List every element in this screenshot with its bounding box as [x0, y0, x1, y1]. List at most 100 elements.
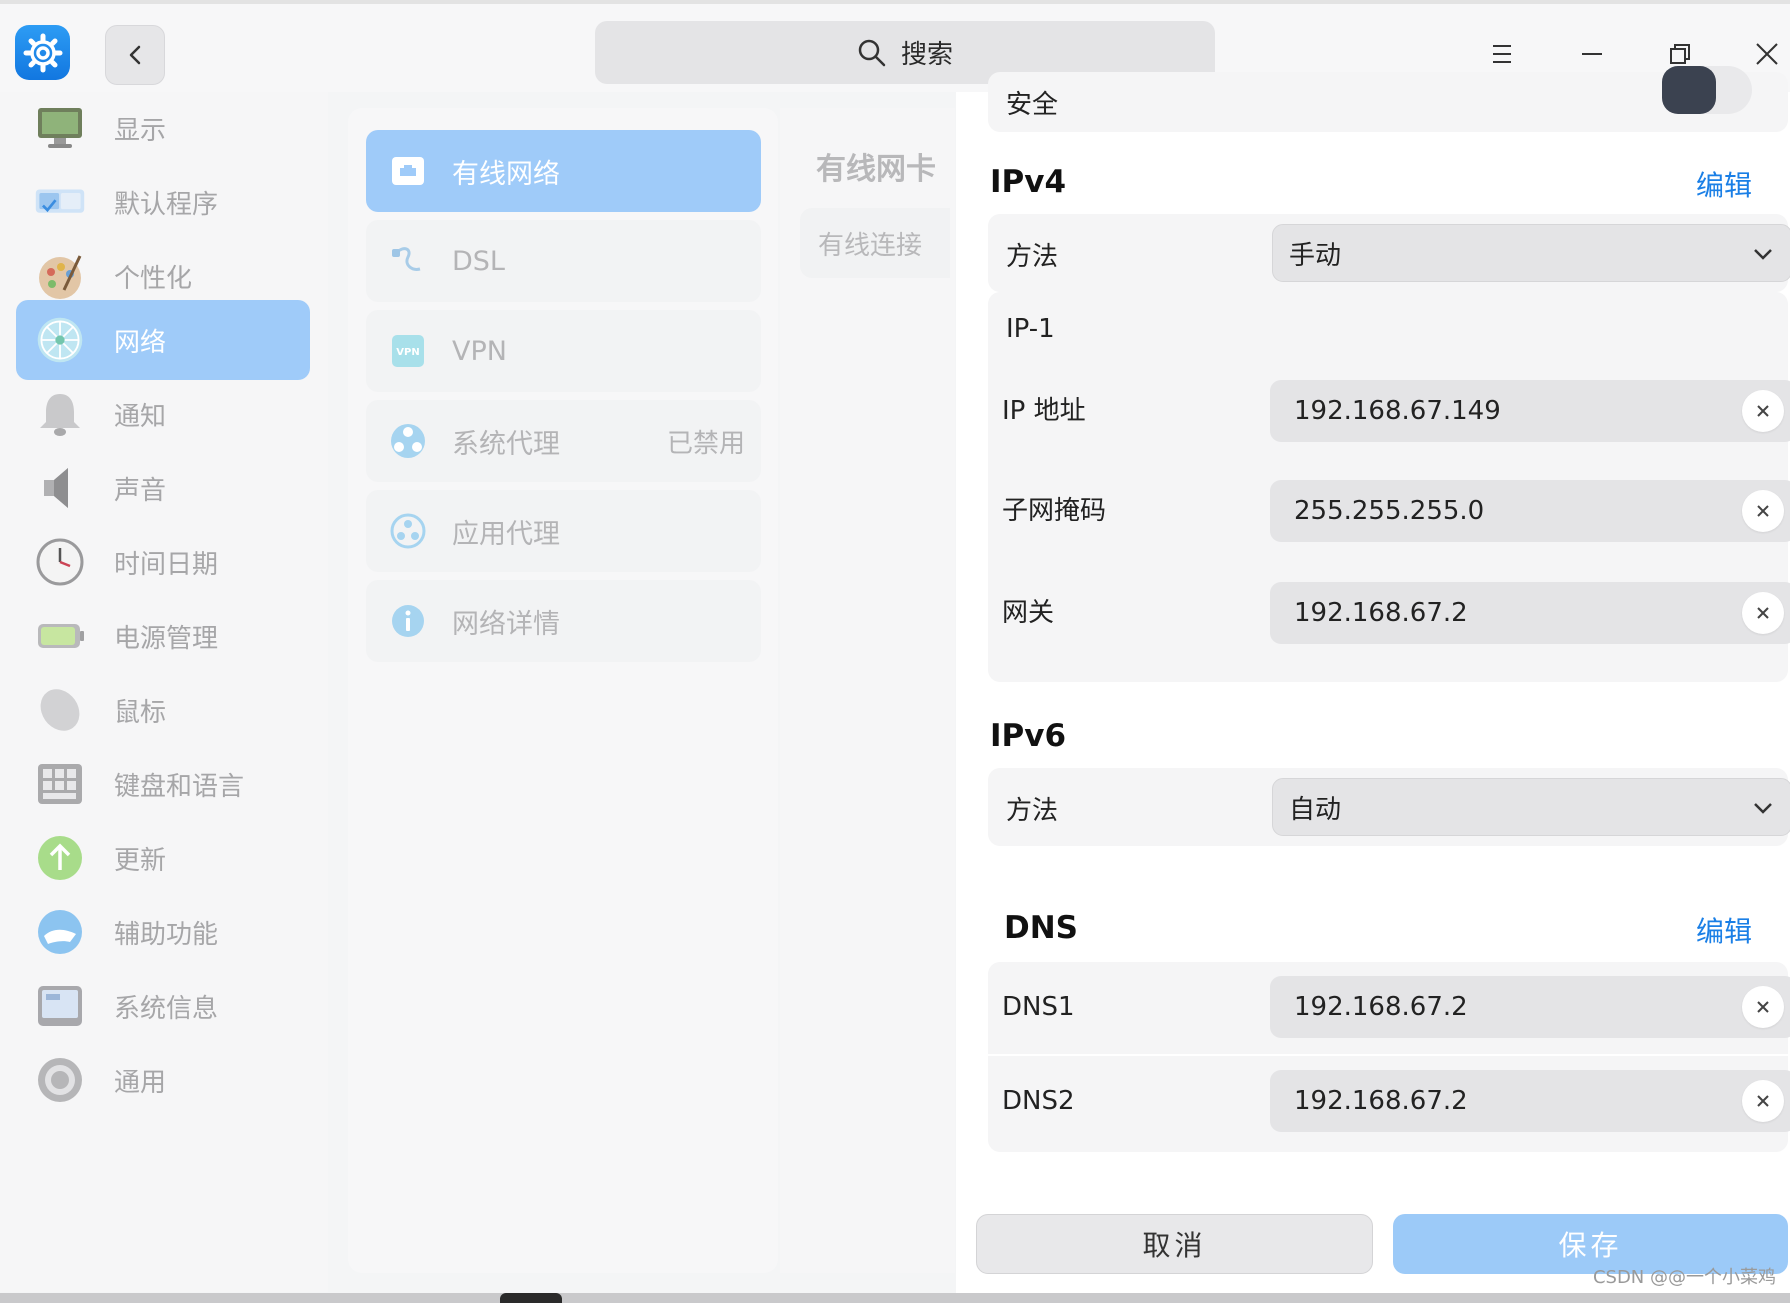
- ip-group-label: IP-1: [1006, 314, 1055, 344]
- security-label: 安全: [1006, 90, 1059, 120]
- sidebar-item-update[interactable]: 更新: [16, 818, 310, 898]
- dns1-field[interactable]: 192.168.67.2: [1270, 976, 1790, 1038]
- sidebar-item-label: 个性化: [114, 263, 193, 294]
- sidebar-item-label: 通用: [114, 1067, 167, 1098]
- chevron-down-icon: [1754, 249, 1772, 260]
- sidebar-item-power[interactable]: 电源管理: [16, 596, 310, 676]
- security-toggle[interactable]: [1662, 66, 1752, 114]
- sidebar-item-label: 显示: [114, 115, 167, 146]
- info-icon: [388, 601, 428, 641]
- network-menu-vpn[interactable]: VPN VPN: [366, 310, 761, 392]
- network-menu: 有线网络 DSL VPN VPN 系统代理 已禁用 应用代理 网络详情: [348, 108, 778, 1273]
- speaker-icon: [34, 462, 86, 514]
- sidebar-item-label: 鼠标: [114, 697, 167, 728]
- close-icon[interactable]: [1743, 30, 1790, 78]
- ipv4-method-row: 方法 手动: [988, 214, 1790, 292]
- sidebar-item-datetime[interactable]: 时间日期: [16, 522, 310, 602]
- row-divider: [988, 1054, 1788, 1056]
- sidebar-item-label: 辅助功能: [114, 919, 219, 950]
- proxy-status-text: 已禁用: [666, 428, 745, 459]
- network-menu-dsl[interactable]: DSL: [366, 220, 761, 302]
- dsl-cable-icon: [388, 241, 428, 281]
- cancel-button[interactable]: 取消: [976, 1214, 1373, 1274]
- dns2-field[interactable]: 192.168.67.2: [1270, 1070, 1790, 1132]
- system-info-icon: [34, 980, 86, 1032]
- ipv6-method-value: 自动: [1289, 794, 1342, 825]
- ipv6-method-label: 方法: [1006, 796, 1059, 826]
- sidebar-item-default-apps[interactable]: 默认程序: [16, 162, 310, 242]
- back-button[interactable]: [105, 25, 165, 85]
- vpn-icon: VPN: [388, 331, 428, 371]
- battery-icon: [34, 610, 86, 662]
- dns-title: DNS: [1004, 910, 1079, 946]
- clear-icon: [1757, 607, 1769, 619]
- ipv6-method-select[interactable]: 自动: [1272, 778, 1790, 836]
- sidebar-item-label: 声音: [114, 475, 167, 506]
- sidebar-item-sound[interactable]: 声音: [16, 448, 310, 528]
- network-menu-label: 有线网络: [452, 158, 560, 190]
- sidebar-item-label: 电源管理: [114, 623, 219, 654]
- sidebar-item-keyboard[interactable]: 键盘和语言: [16, 744, 310, 824]
- ipv4-address-group: IP-1 IP 地址 192.168.67.149 子网掩码 255.255.2…: [988, 292, 1790, 682]
- gateway-value: 192.168.67.2: [1294, 598, 1468, 628]
- display-icon: [34, 102, 86, 154]
- network-menu-label: 应用代理: [452, 518, 560, 550]
- ethernet-icon: [388, 151, 428, 191]
- ip-address-field[interactable]: 192.168.67.149: [1270, 380, 1790, 442]
- subnet-mask-label: 子网掩码: [1002, 496, 1107, 526]
- palette-icon: [34, 250, 86, 302]
- clear-dns1-button[interactable]: [1742, 986, 1784, 1028]
- dns-group: DNS1 192.168.67.2 DNS2 192.168.67.2: [988, 962, 1790, 1152]
- sidebar-item-label: 系统信息: [114, 993, 219, 1024]
- connection-settings-panel: 安全 IPv4 编辑 方法 手动 IP-1 IP 地址 192.168.67.1…: [956, 66, 1790, 1303]
- ipv6-title: IPv6: [990, 718, 1067, 754]
- hamburger-menu-icon[interactable]: [1478, 30, 1526, 78]
- sidebar-item-label: 时间日期: [114, 549, 219, 580]
- sidebar-item-label: 网络: [114, 327, 167, 358]
- clear-icon: [1757, 505, 1769, 517]
- watermark-text: CSDN @@一个小菜鸡: [1592, 1267, 1776, 1288]
- sidebar-item-notifications[interactable]: 通知: [16, 374, 310, 454]
- network-menu-label: 系统代理: [452, 428, 560, 460]
- search-placeholder: 搜索: [900, 40, 953, 70]
- clear-ip-button[interactable]: [1742, 390, 1784, 432]
- default-apps-icon: [34, 176, 86, 228]
- sidebar: 显示 默认程序 个性化 网络 通知 声音 时间日期 电源管理 鼠标 键盘和语言 …: [0, 92, 328, 1292]
- sidebar-item-system-info[interactable]: 系统信息: [16, 966, 310, 1046]
- svg-text:VPN: VPN: [396, 347, 419, 358]
- sidebar-item-display[interactable]: 显示: [16, 88, 310, 168]
- clear-gateway-button[interactable]: [1742, 592, 1784, 634]
- network-menu-label: 网络详情: [452, 608, 560, 640]
- security-row: 安全: [988, 66, 1788, 132]
- network-menu-system-proxy[interactable]: 系统代理 已禁用: [366, 400, 761, 482]
- gateway-label: 网关: [1002, 598, 1055, 628]
- clear-mask-button[interactable]: [1742, 490, 1784, 532]
- system-proxy-icon: [388, 421, 428, 461]
- ipv4-method-select[interactable]: 手动: [1272, 224, 1790, 282]
- network-menu-wired[interactable]: 有线网络: [366, 130, 761, 212]
- mouse-icon: [34, 684, 86, 736]
- gateway-field[interactable]: 192.168.67.2: [1270, 582, 1790, 644]
- network-menu-app-proxy[interactable]: 应用代理: [366, 490, 761, 572]
- minimize-icon[interactable]: [1568, 30, 1616, 78]
- clear-dns2-button[interactable]: [1742, 1080, 1784, 1122]
- general-settings-icon: [34, 1054, 86, 1106]
- control-center-gear-icon[interactable]: [15, 25, 70, 80]
- ipv4-method-label: 方法: [1006, 242, 1059, 272]
- dns1-label: DNS1: [1002, 992, 1075, 1022]
- ipv4-edit-link[interactable]: 编辑: [1696, 164, 1752, 204]
- wired-connection-item[interactable]: 有线连接: [800, 208, 950, 278]
- sidebar-item-accessibility[interactable]: 辅助功能: [16, 892, 310, 972]
- sidebar-item-mouse[interactable]: 鼠标: [16, 670, 310, 750]
- clear-icon: [1757, 1095, 1769, 1107]
- network-menu-details[interactable]: 网络详情: [366, 580, 761, 662]
- sidebar-item-network[interactable]: 网络: [16, 300, 310, 380]
- dns-edit-link[interactable]: 编辑: [1696, 910, 1752, 950]
- clear-icon: [1757, 1001, 1769, 1013]
- sidebar-item-general[interactable]: 通用: [16, 1040, 310, 1120]
- subnet-mask-field[interactable]: 255.255.255.0: [1270, 480, 1790, 542]
- taskbar-handle[interactable]: [500, 1293, 562, 1303]
- update-arrow-icon: [34, 832, 86, 884]
- sidebar-item-label: 通知: [114, 401, 167, 432]
- bell-icon: [34, 388, 86, 440]
